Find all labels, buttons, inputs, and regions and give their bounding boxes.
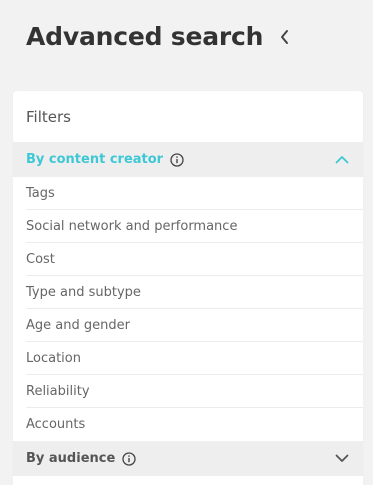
info-icon[interactable] xyxy=(170,152,184,167)
section-by-content-creator[interactable]: By content creator xyxy=(13,142,363,177)
filter-item-location[interactable]: Location xyxy=(26,342,363,375)
filter-item-tags[interactable]: Tags xyxy=(26,177,363,210)
section-label: By audience xyxy=(26,451,116,466)
filter-item-accounts[interactable]: Accounts xyxy=(26,408,363,441)
chevron-left-icon[interactable] xyxy=(275,28,293,46)
filters-title: Filters xyxy=(26,107,71,126)
filter-item-social-network[interactable]: Social network and performance xyxy=(26,210,363,243)
filter-item-reliability[interactable]: Reliability xyxy=(26,375,363,408)
chevron-up-icon[interactable] xyxy=(334,152,350,168)
filter-item-cost[interactable]: Cost xyxy=(26,243,363,276)
page-title: Advanced search xyxy=(26,21,264,51)
filter-item-type[interactable]: Type and subtype xyxy=(26,276,363,309)
filter-item-age-gender[interactable]: Age and gender xyxy=(26,309,363,342)
page-header: Advanced search xyxy=(26,18,293,54)
filters-panel: Filters By content creator Tags Social n… xyxy=(13,91,363,485)
info-icon[interactable] xyxy=(122,451,136,466)
section-label: By content creator xyxy=(26,152,164,167)
content-creator-filter-list: Tags Social network and performance Cost… xyxy=(13,177,363,441)
chevron-down-icon[interactable] xyxy=(334,451,350,467)
section-by-audience[interactable]: By audience xyxy=(13,441,363,476)
